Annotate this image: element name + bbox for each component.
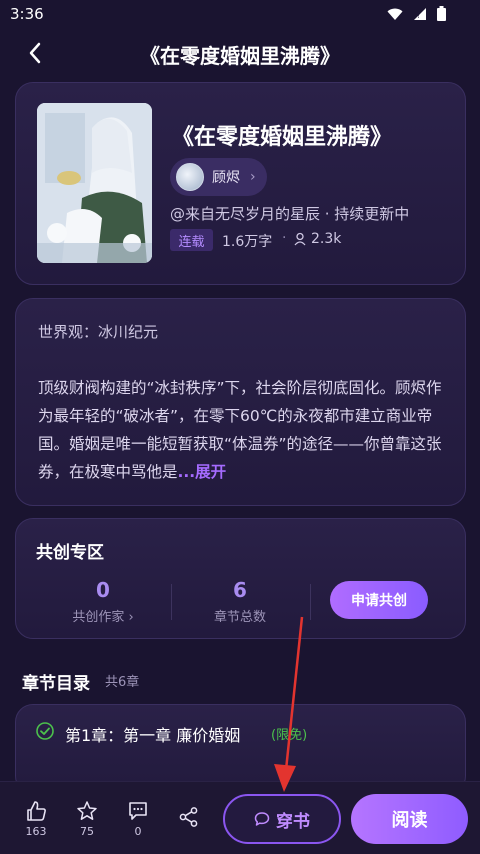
battery-icon <box>437 6 446 21</box>
status-icons: ! <box>387 6 446 21</box>
chapter-item-title[interactable]: 第1章：第一章 廉价婚姻 <box>65 722 240 746</box>
like-count: 163 <box>25 825 47 838</box>
share-icon <box>179 807 198 827</box>
wifi-icon <box>387 8 403 20</box>
writers-link[interactable]: 共创作家 › <box>48 606 158 625</box>
page-title: 《在零度婚姻里沸腾》 <box>140 44 340 68</box>
person-icon <box>294 232 306 246</box>
separator-dot: · <box>282 230 287 246</box>
book-title: 《在零度婚姻里沸腾》 <box>172 125 393 150</box>
word-count: 1.6万字 <box>222 234 273 250</box>
chapters-label: 章节总数 <box>213 610 266 625</box>
free-badge: (限免) <box>271 728 308 743</box>
worldview-label: 世界观：冰川纪元 <box>38 323 159 341</box>
co-create-title: 共创专区 <box>36 543 104 563</box>
thumbs-up-icon <box>27 801 46 821</box>
chapters-count: 6 <box>233 578 247 602</box>
star-button[interactable]: 75 <box>67 800 107 838</box>
stat-divider <box>310 584 311 620</box>
description-text: 顶级财阀构建的“冰封秩序”下，社会阶层彻底固化。顾烬作为最年轻的“破冰者”，在零… <box>38 374 448 486</box>
status-bar: 3:36 ! <box>0 0 480 30</box>
description-body: 顶级财阀构建的“冰封秩序”下，社会阶层彻底固化。顾烬作为最年轻的“破冰者”，在零… <box>38 379 442 481</box>
chuan-shu-button[interactable]: 穿书 <box>223 794 341 844</box>
author-avatar <box>176 163 204 191</box>
star-icon <box>77 801 97 820</box>
status-badge: 连载 <box>170 229 213 251</box>
book-source: @来自无尽岁月的星辰 · 持续更新中 <box>170 205 410 223</box>
chevron-right-icon: › <box>250 169 256 185</box>
author-chip[interactable]: 顾烬 › <box>170 158 267 196</box>
reader-count: 2.3k <box>294 231 341 247</box>
comment-icon <box>129 802 147 820</box>
cover-illustration <box>37 103 152 263</box>
check-circle-icon <box>36 722 54 744</box>
like-button[interactable]: 163 <box>16 800 56 838</box>
read-button[interactable]: 阅读 <box>351 794 468 844</box>
star-count: 75 <box>80 825 94 838</box>
apply-co-create-button[interactable]: 申请共创 <box>330 581 428 619</box>
chuan-shu-label: 穿书 <box>276 811 310 832</box>
comment-button[interactable]: 0 <box>118 800 158 838</box>
book-cover[interactable] <box>37 103 152 263</box>
author-name: 顾烬 <box>212 170 240 186</box>
comment-count: 0 <box>134 825 142 838</box>
share-button[interactable] <box>169 806 209 828</box>
status-time: 3:36 <box>10 5 44 23</box>
expand-link[interactable]: ...展开 <box>178 463 227 481</box>
signal-icon: ! <box>414 7 426 20</box>
reader-count-value: 2.3k <box>311 231 342 247</box>
stat-divider <box>171 584 172 620</box>
svg-text:!: ! <box>417 12 420 20</box>
toc-count: 共6章 <box>105 675 140 690</box>
writers-count: 0 <box>96 578 110 602</box>
chat-bubble-icon <box>254 812 270 826</box>
toc-title: 章节目录 <box>22 674 90 694</box>
